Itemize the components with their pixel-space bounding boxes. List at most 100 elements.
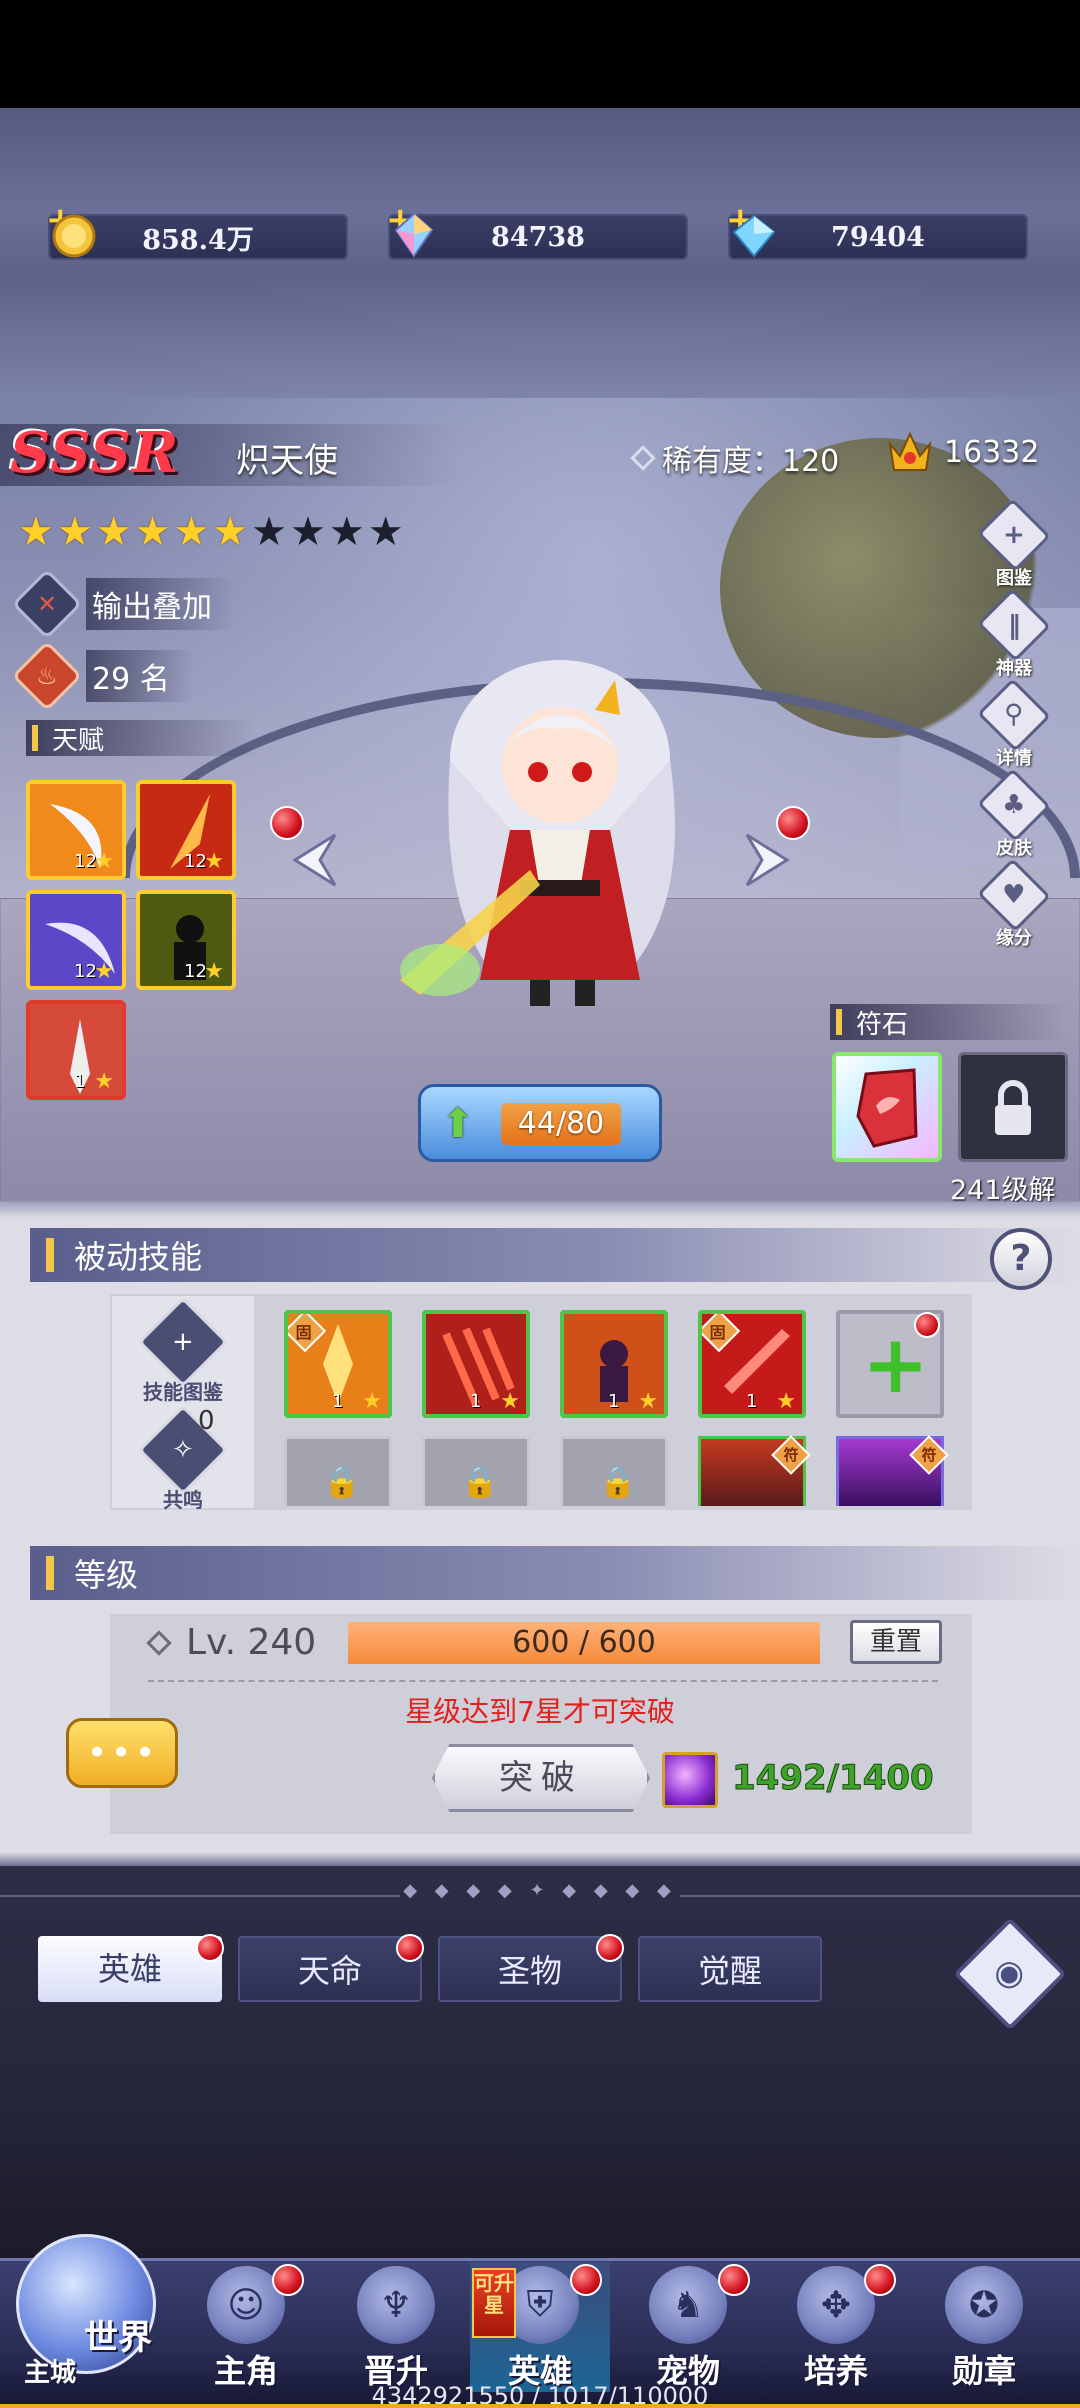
magnifier-icon: ⚲ xyxy=(977,678,1051,752)
rune-tag-icon: 符 xyxy=(771,1435,811,1475)
artifact-button[interactable]: ‖ 神器 xyxy=(977,588,1051,680)
talent-slot[interactable]: 12 ★ xyxy=(136,780,236,880)
rarity-grade: SSSR xyxy=(10,420,180,486)
locked-rune-slot[interactable] xyxy=(958,1052,1068,1162)
tab-relic[interactable]: 圣物 xyxy=(438,1936,622,2002)
notification-dot xyxy=(396,1934,424,1962)
star-icon: ★ xyxy=(204,959,224,984)
locked-skill-slot[interactable]: 🔒 xyxy=(422,1436,530,1506)
medal-icon: ✪ xyxy=(945,2266,1023,2344)
left-arrow-icon[interactable] xyxy=(290,830,340,890)
star-empty-icon: ★ xyxy=(328,509,365,555)
rank-label: 29 名 xyxy=(86,650,194,702)
passive-skill-slot[interactable]: 1 ★ xyxy=(422,1310,530,1418)
passive-title: 被动技能 xyxy=(74,1238,203,1276)
passive-skill-slot[interactable]: 1 ★ xyxy=(560,1310,668,1418)
star-icon: ★ xyxy=(204,849,224,874)
lower-backdrop xyxy=(0,1866,1080,2258)
level-progress: 44/80 xyxy=(501,1103,621,1145)
chat-button[interactable]: ••• xyxy=(66,1718,178,1788)
world-label: 世界 xyxy=(84,2318,152,2358)
rune-slot[interactable] xyxy=(832,1052,942,1162)
talent-level: 1 xyxy=(74,1071,86,1092)
rarity-label: 稀有度：120 xyxy=(662,444,840,479)
locked-skill-slot[interactable]: 🔒 xyxy=(284,1436,392,1506)
skill-level: 1 xyxy=(332,1391,344,1412)
breakthrough-button[interactable]: 突破 xyxy=(432,1744,650,1812)
wings-crest-icon: ♆ xyxy=(357,2266,435,2344)
nav-promotion[interactable]: ♆ 晋升 xyxy=(326,2262,466,2392)
header-accent xyxy=(32,725,38,751)
star-rating: ★ ★ ★ ★ ★ ★ ★ ★ ★ ★ xyxy=(18,512,404,552)
exp-text: 600 / 600 xyxy=(512,1625,656,1660)
rune-skill-slot[interactable]: 符 xyxy=(836,1435,949,1506)
ornament-divider: ◆ ◆ ◆ ◆ ✦ ◆ ◆ ◆ ◆ xyxy=(403,1880,677,1901)
talent-slot[interactable]: 12 ★ xyxy=(26,890,126,990)
talent-title: 天赋 xyxy=(52,725,105,756)
notification-dot xyxy=(718,2264,750,2296)
star-empty-icon: ★ xyxy=(367,509,404,555)
details-button[interactable]: ⚲ 详情 xyxy=(977,678,1051,770)
notification-dot xyxy=(570,2264,602,2296)
reset-button[interactable]: 重置 xyxy=(850,1620,942,1664)
skill-codex-button[interactable]: + 技能图鉴 xyxy=(136,1296,230,1405)
talent-slot[interactable]: 12 ★ xyxy=(136,890,236,990)
passive-skill-slot[interactable]: 固 1 ★ xyxy=(698,1310,806,1418)
material-count: 1492/1400 xyxy=(732,1758,935,1799)
tab-hero[interactable]: 英雄 xyxy=(38,1936,222,2002)
resonance-count: 0 xyxy=(198,1406,215,1436)
padlock-icon: 🔒 xyxy=(599,1465,637,1500)
star-filled-icon: ★ xyxy=(212,509,249,555)
diamond-counter[interactable]: + 79404 xyxy=(726,200,1028,260)
notification-dot xyxy=(596,1934,624,1962)
star-icon: ★ xyxy=(638,1389,658,1414)
star-filled-icon: ★ xyxy=(134,509,171,555)
star-filled-icon: ★ xyxy=(18,509,54,555)
panel-top-edge xyxy=(0,1202,1080,1218)
talent-header: 天赋 xyxy=(26,720,256,756)
header-accent xyxy=(46,1238,54,1272)
talent-slot[interactable]: 12 ★ xyxy=(26,780,126,880)
codex-button[interactable]: + 图鉴 xyxy=(977,498,1051,590)
star-icon: ★ xyxy=(362,1389,382,1414)
star-icon: ★ xyxy=(500,1389,520,1414)
locked-skill-slot[interactable]: 🔒 xyxy=(560,1436,668,1506)
sky-backdrop xyxy=(0,278,1080,398)
crown-icon xyxy=(888,431,932,471)
chat-dots-icon: ••• xyxy=(87,1733,160,1773)
star-icon: ★ xyxy=(94,959,114,984)
rune-skill-slot[interactable]: 符 xyxy=(698,1435,811,1506)
star-empty-icon: ★ xyxy=(251,509,288,555)
resonance-button[interactable]: ✧ 共鸣 xyxy=(136,1404,230,1513)
skin-button[interactable]: ♣ 皮肤 xyxy=(977,768,1051,860)
gold-counter[interactable]: + 858.4万 xyxy=(46,200,348,260)
right-arrow-icon[interactable] xyxy=(742,830,792,890)
skill-level: 1 xyxy=(470,1391,482,1412)
passive-skills-header: 被动技能 xyxy=(30,1228,1080,1282)
level-up-arrow-icon: ⬆ xyxy=(441,1101,475,1147)
nav-medals[interactable]: ✪ 勋章 xyxy=(914,2262,1054,2392)
rainbow-crystal-icon xyxy=(394,212,434,258)
bond-button[interactable]: ♥ 缘分 xyxy=(977,858,1051,950)
notification-dot xyxy=(272,2264,304,2296)
tab-destiny[interactable]: 天命 xyxy=(238,1936,422,2002)
level-up-button[interactable]: ⬆ 44/80 xyxy=(418,1084,662,1162)
help-button[interactable]: ? xyxy=(990,1228,1052,1290)
rank-tag[interactable]: ♨ 29 名 xyxy=(11,640,194,712)
crystal-counter[interactable]: + 84738 xyxy=(386,200,688,260)
notification-dot xyxy=(196,1934,224,1962)
header-accent xyxy=(836,1009,842,1035)
tab-awaken[interactable]: 觉醒 xyxy=(638,1936,822,2002)
passive-skill-slot[interactable]: 固 1 ★ xyxy=(284,1310,392,1418)
star-filled-icon: ★ xyxy=(56,509,93,555)
hero-portrait[interactable] xyxy=(380,640,740,1020)
bottom-progress-strip xyxy=(0,2404,1080,2408)
world-button[interactable]: 世界 主城 xyxy=(6,2214,166,2408)
status-bar xyxy=(0,0,1080,108)
ornament-line xyxy=(0,1895,400,1897)
power-value: 16332 xyxy=(944,434,1040,470)
star-icon: ★ xyxy=(94,849,114,874)
talent-slot[interactable]: 1 ★ xyxy=(26,1000,126,1100)
skill-level: 1 xyxy=(746,1391,758,1412)
blue-diamond-icon xyxy=(732,214,776,258)
